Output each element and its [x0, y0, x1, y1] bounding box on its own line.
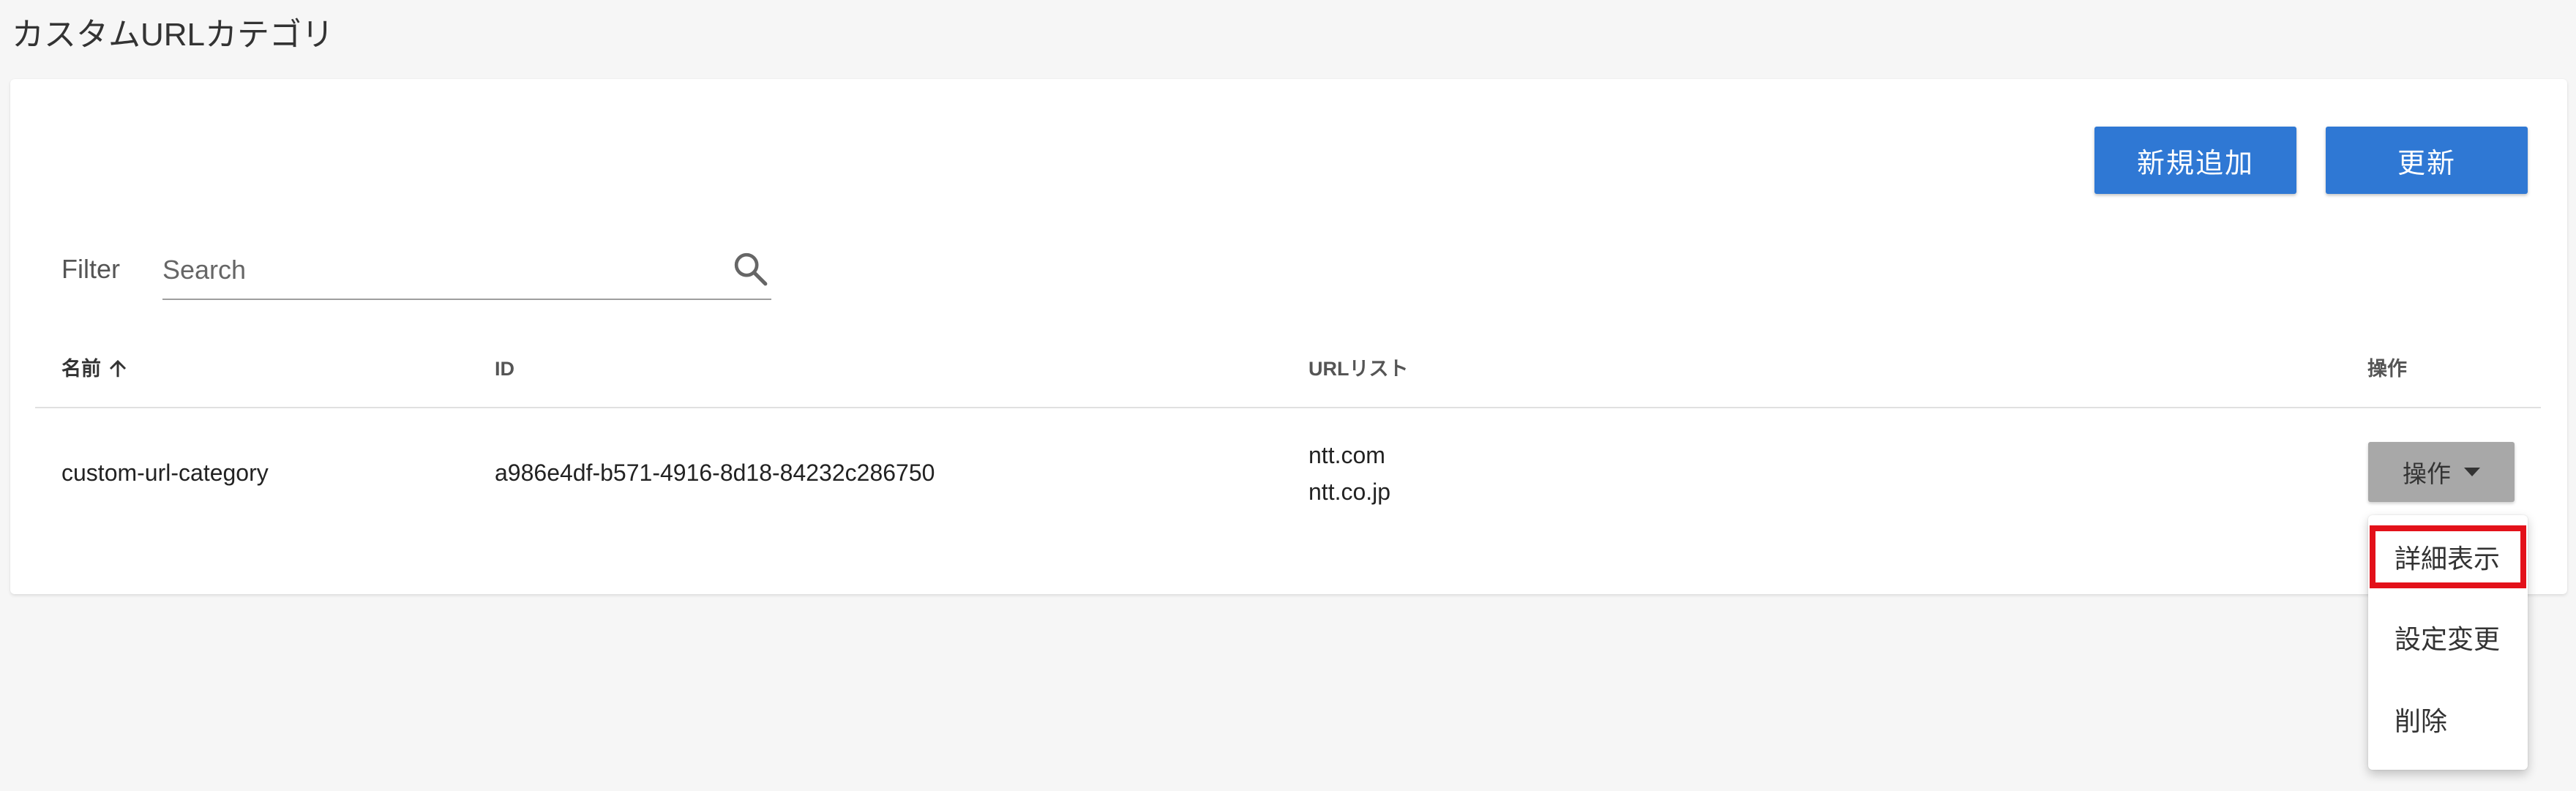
- search-icon[interactable]: [730, 249, 771, 290]
- column-header-name-label: 名前: [61, 358, 101, 380]
- add-new-button[interactable]: 新規追加: [2094, 127, 2296, 194]
- search-field[interactable]: [162, 246, 771, 300]
- menu-item-delete[interactable]: 削除: [2368, 688, 2528, 751]
- menu-item-edit-settings[interactable]: 設定変更: [2368, 606, 2528, 669]
- column-header-name[interactable]: 名前: [61, 354, 129, 383]
- cell-url: ntt.co.jp: [1308, 479, 1391, 505]
- cell-url: ntt.com: [1308, 442, 1385, 468]
- actions-menu: 詳細表示 設定変更 削除: [2368, 515, 2528, 770]
- table-header-divider: [35, 407, 2541, 408]
- cell-name: custom-url-category: [61, 460, 269, 486]
- column-header-actions: 操作: [2367, 358, 2407, 380]
- arrow-up-icon: [109, 359, 127, 378]
- column-header-url-list: URLリスト: [1308, 358, 1409, 380]
- actions-dropdown-label: 操作: [2403, 460, 2451, 488]
- column-header-id: ID: [495, 358, 514, 380]
- menu-item-view-details[interactable]: 詳細表示: [2370, 525, 2526, 588]
- actions-dropdown-button[interactable]: 操作: [2368, 442, 2515, 502]
- filter-label: Filter: [61, 254, 120, 284]
- refresh-button[interactable]: 更新: [2326, 127, 2528, 194]
- caret-down-icon: [2464, 468, 2480, 476]
- page-title: カスタムURLカテゴリ: [12, 17, 334, 53]
- cell-id: a986e4df-b571-4916-8d18-84232c286750: [495, 460, 935, 486]
- search-input[interactable]: [162, 249, 704, 291]
